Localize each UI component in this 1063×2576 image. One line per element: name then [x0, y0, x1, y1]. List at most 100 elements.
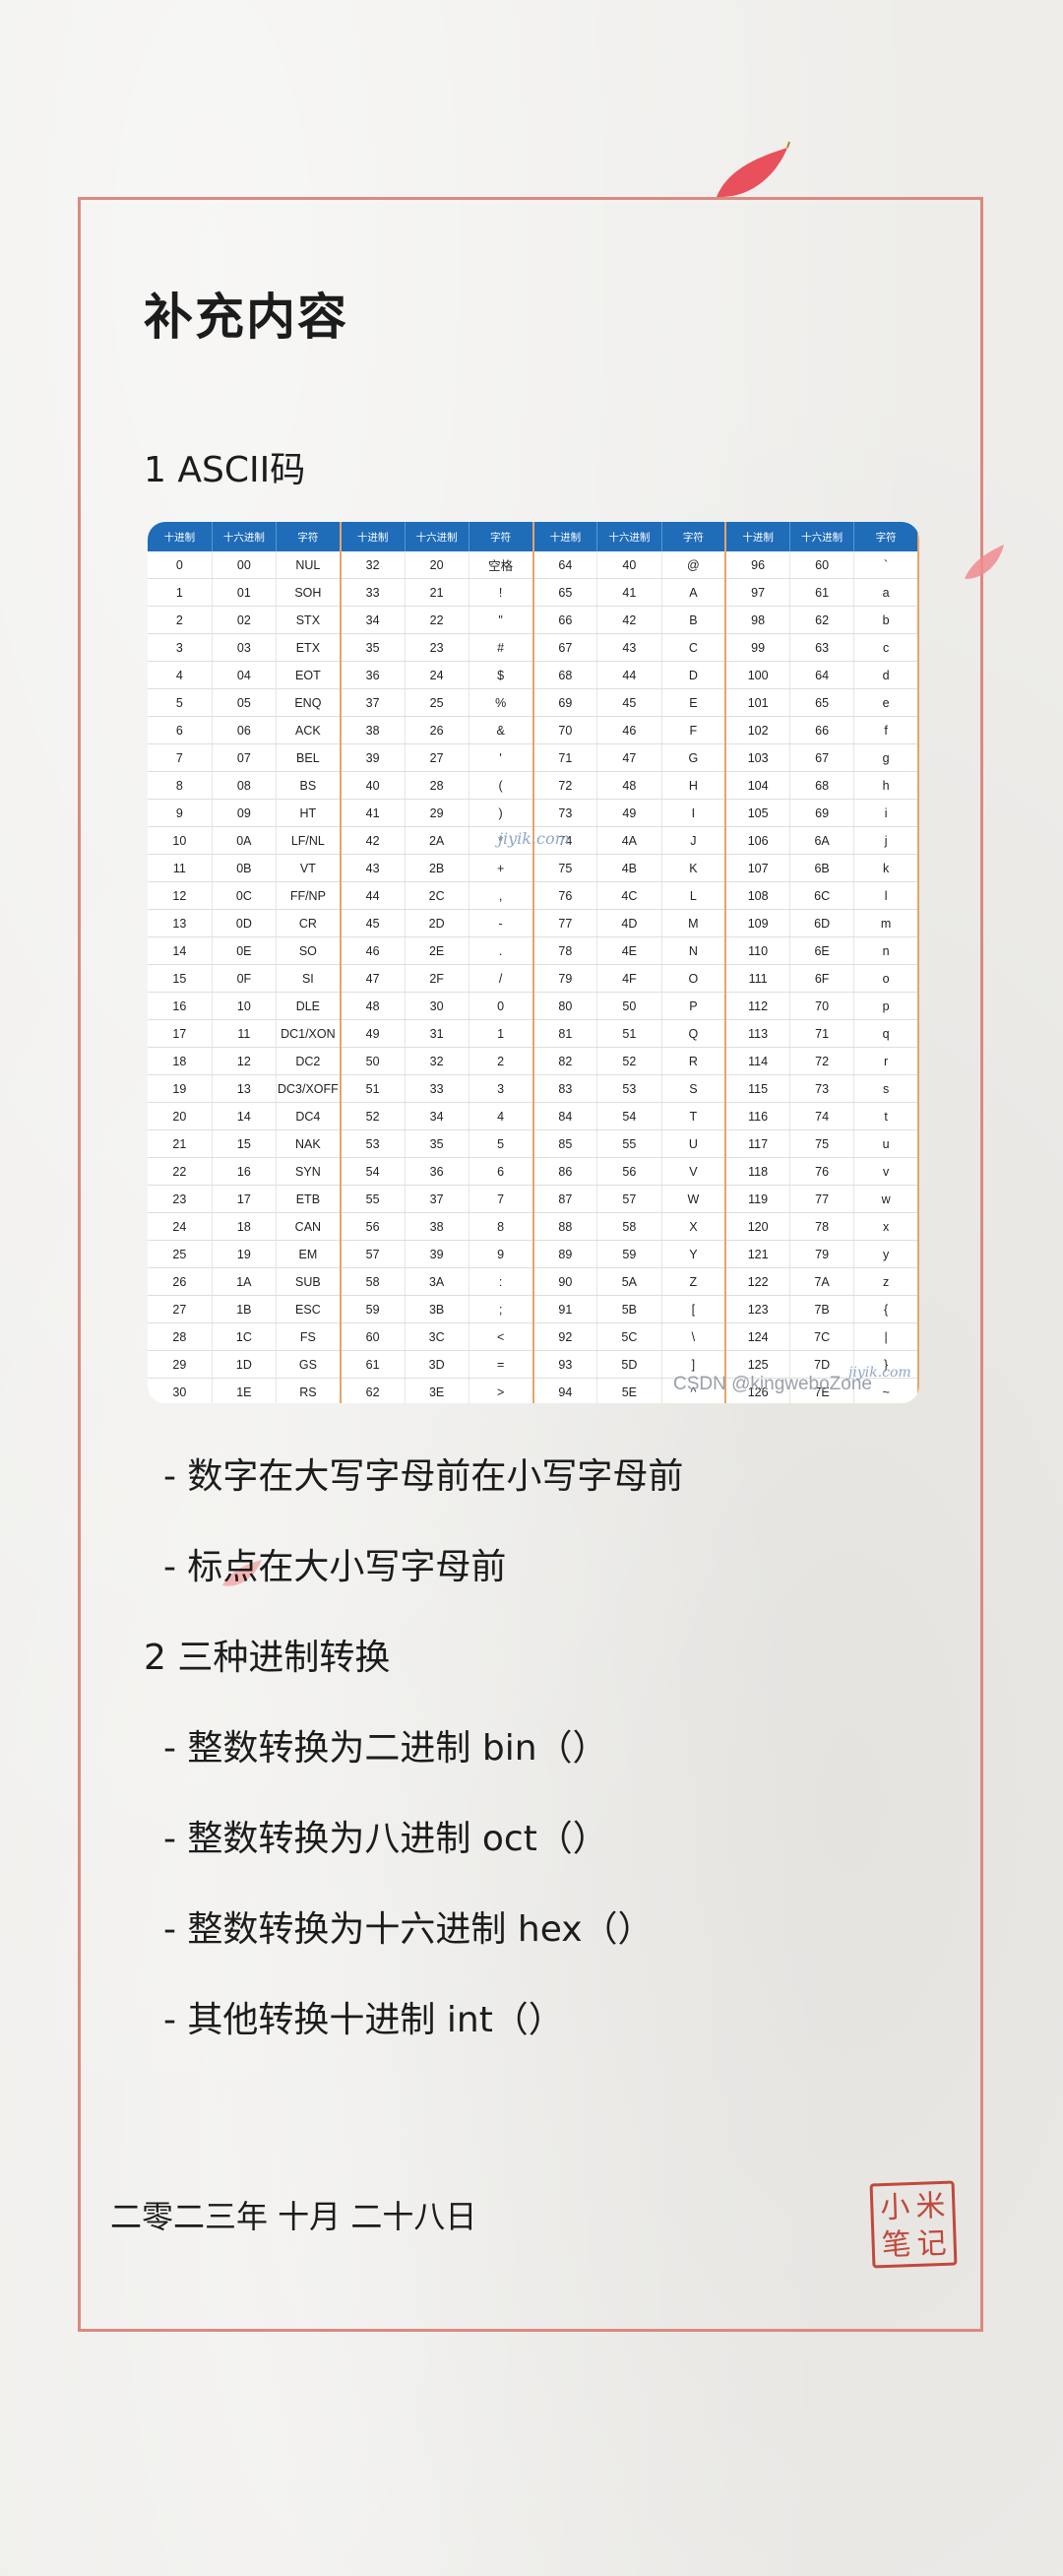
table-cell: 46 [340, 936, 406, 965]
bullet-int: - 其他转换十进制 int（） [163, 2000, 564, 2040]
table-cell: 75 [532, 854, 598, 882]
table-cell: 3D [405, 1350, 469, 1379]
table-cell: FF/NP [276, 881, 342, 910]
table-cell: 4E [596, 936, 662, 965]
table-cell: W [661, 1185, 727, 1213]
table-cell: 109 [725, 909, 791, 937]
table-cell: T [661, 1102, 727, 1130]
table-cell: M [661, 909, 727, 937]
table-cell: 57 [340, 1240, 406, 1268]
table-cell: = [469, 1350, 534, 1379]
table-cell: 123 [725, 1295, 791, 1323]
table-cell: 124 [725, 1322, 791, 1351]
table-cell: 90 [532, 1267, 598, 1296]
table-cell: 83 [532, 1074, 598, 1103]
table-cell: 105 [725, 799, 791, 827]
table-row: 9 09 HT 41 29) 73 49 I 105 69 i [148, 799, 919, 827]
table-cell: " [469, 606, 534, 634]
table-cell: 10 [212, 992, 278, 1020]
table-cell: m [853, 909, 919, 937]
table-cell: 117 [725, 1129, 791, 1158]
table-cell: 43 [340, 854, 406, 882]
table-cell: 1 [469, 1019, 534, 1048]
table-cell: G [661, 743, 727, 772]
table-cell: 13 [212, 1074, 278, 1103]
table-cell: h [853, 771, 919, 800]
table-cell: 5E [596, 1378, 662, 1403]
table-cell: 111 [725, 964, 791, 993]
table-cell: 60 [789, 551, 855, 579]
table-cell: 45 [596, 688, 662, 717]
table-cell: 64 [789, 661, 855, 689]
table-cell: 4 [469, 1102, 534, 1130]
table-cell: 11 [148, 854, 213, 882]
section-base-conversion-heading: 2 三种进制转换 [144, 1638, 391, 1678]
table-cell: 80 [532, 992, 598, 1020]
table-cell: 52 [340, 1102, 406, 1130]
table-cell: 70 [789, 992, 855, 1020]
table-cell: 23 [148, 1185, 213, 1213]
table-cell: 99 [725, 633, 791, 662]
table-cell: 55 [596, 1129, 662, 1158]
table-cell: 16 [148, 992, 213, 1020]
table-row: 26 1A SUB 58 3A:90 5A Z 122 7A z [148, 1267, 919, 1296]
table-cell: o [853, 964, 919, 993]
table-cell: F [661, 716, 727, 744]
table-cell: 57 [596, 1185, 662, 1213]
table-cell: 116 [725, 1102, 791, 1130]
table-cell: 29 [148, 1350, 213, 1379]
table-cell: 76 [532, 881, 598, 910]
table-row: 23 17 ETB 55 37 7 87 57 W 119 77 w [148, 1185, 919, 1213]
table-cell: 19 [148, 1074, 213, 1103]
table-cell: 3 [469, 1074, 534, 1103]
table-cell: l [853, 881, 919, 910]
table-cell: 54 [340, 1157, 406, 1186]
table-cell: 1D [212, 1350, 278, 1379]
table-row: 12 0C FF/NP 44 2C, 76 4C L 108 6C l [148, 881, 919, 910]
table-cell: 8 [148, 771, 213, 800]
table-cell: DC3/XOFF [276, 1074, 342, 1103]
bullet-ascii-order-2: - 标点在大小写字母前 [163, 1547, 507, 1587]
table-cell: Q [661, 1019, 727, 1048]
bullet-bin: - 整数转换为二进制 bin（） [163, 1728, 608, 1769]
table-cell: ENQ [276, 688, 342, 717]
table-cell: 6B [789, 854, 855, 882]
table-cell: y [853, 1240, 919, 1268]
table-cell: STX [276, 606, 342, 634]
table-cell: 73 [532, 799, 598, 827]
table-cell: 37 [405, 1185, 469, 1213]
table-cell: + [469, 854, 534, 882]
table-cell: & [469, 716, 534, 744]
table-cell: - [469, 909, 534, 937]
table-cell: 82 [532, 1047, 598, 1075]
table-cell: 79 [789, 1240, 855, 1268]
table-cell: 6D [789, 909, 855, 937]
table-cell: H [661, 771, 727, 800]
table-cell: j [853, 826, 919, 855]
table-cell: 01 [212, 578, 278, 607]
table-cell: 7 [148, 743, 213, 772]
seal-char: 小 [879, 2190, 911, 2226]
table-cell: E [661, 688, 727, 717]
table-cell: 87 [532, 1185, 598, 1213]
table-cell: 29 [405, 799, 469, 827]
table-cell: C [661, 633, 727, 662]
table-cell: 22 [405, 606, 469, 634]
table-cell: BEL [276, 743, 342, 772]
table-cell: p [853, 992, 919, 1020]
table-cell: 40 [596, 551, 662, 579]
table-cell: 04 [212, 661, 278, 689]
table-cell: J [661, 826, 727, 855]
table-cell: 73 [789, 1074, 855, 1103]
table-cell: 96 [725, 551, 791, 579]
petal-top-decoration [717, 141, 790, 198]
table-cell: Y [661, 1240, 727, 1268]
table-cell: 46 [596, 716, 662, 744]
table-cell: / [469, 964, 534, 993]
table-cell: 28 [405, 771, 469, 800]
table-header-cell: 字符 [661, 522, 727, 551]
table-cell: u [853, 1129, 919, 1158]
table-cell: 98 [725, 606, 791, 634]
table-cell: 44 [340, 881, 406, 910]
date-line: 二零二三年 十月 二十八日 [110, 2198, 477, 2235]
